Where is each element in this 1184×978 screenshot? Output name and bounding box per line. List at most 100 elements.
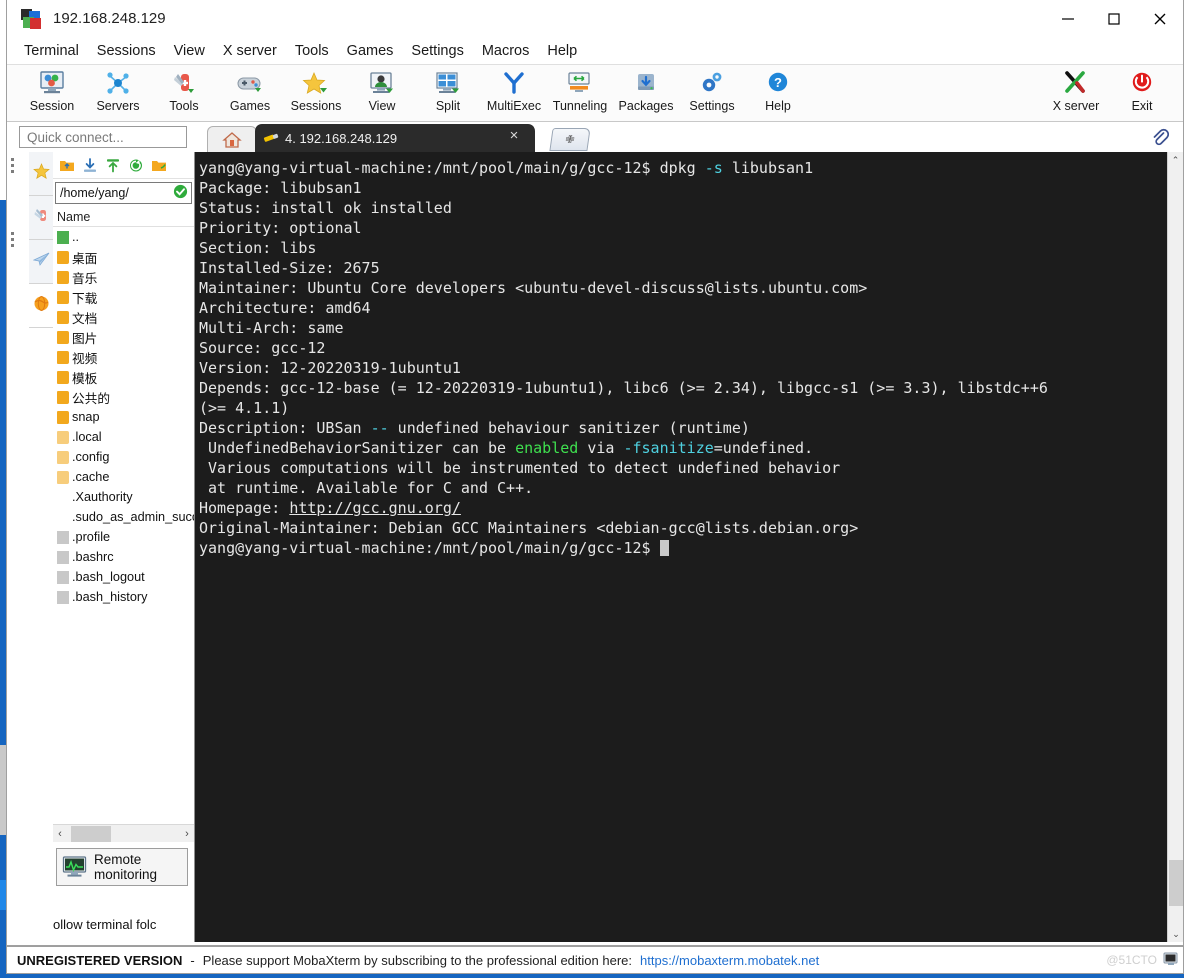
toolbar-view-button[interactable]: View (349, 65, 415, 119)
moba-tray-icon[interactable] (1163, 951, 1179, 969)
sidebar-item-sessions[interactable] (29, 152, 53, 196)
toolbar-exit-button[interactable]: Exit (1109, 65, 1175, 119)
toolbar-settings-button[interactable]: Settings (679, 65, 745, 119)
toolbar-games-button[interactable]: Games (217, 65, 283, 119)
toolbar-help-button[interactable]: ? Help (745, 65, 811, 119)
menu-help[interactable]: Help (538, 40, 586, 62)
tab-home[interactable] (207, 126, 257, 153)
hscroll-thumb[interactable] (71, 825, 111, 842)
folder-icon (57, 370, 69, 384)
terminal-scrollbar[interactable]: ⌃ ⌄ (1167, 152, 1183, 942)
quick-connect-input[interactable]: Quick connect... (19, 126, 187, 148)
remote-path-field[interactable]: /home/yang/ (55, 182, 192, 204)
toolbar-x-server-button[interactable]: X server (1043, 65, 1109, 119)
list-item[interactable]: .profile (53, 527, 194, 547)
toolbar-sessions-label: Sessions (290, 99, 342, 113)
toolbar-multiexec-button[interactable]: MultiExec (481, 65, 547, 119)
list-item[interactable]: .bash_logout (53, 567, 194, 587)
list-item[interactable]: 音乐 (53, 267, 194, 287)
close-button[interactable] (1137, 0, 1183, 37)
file-browser-hscrollbar[interactable]: ‹ › (53, 824, 194, 842)
remote-monitoring-button[interactable]: Remote monitoring (56, 848, 188, 886)
file-name: 视频 (72, 351, 98, 366)
terminal-line: Various computations will be instrumente… (199, 458, 1167, 478)
sidebar-item-sftp[interactable] (29, 284, 53, 328)
maximize-button[interactable] (1091, 0, 1137, 37)
list-item[interactable]: .bash_history (53, 587, 194, 607)
terminal-url[interactable]: http://gcc.gnu.org/ (289, 499, 461, 517)
file-name: .bashrc (72, 550, 114, 564)
toolbar-tunneling-button[interactable]: Tunneling (547, 65, 613, 119)
menu-sessions[interactable]: Sessions (88, 40, 165, 62)
toolbar-split-label: Split (435, 99, 461, 113)
list-item[interactable]: snap (53, 407, 194, 427)
list-item[interactable]: .. (53, 227, 194, 247)
tab-close-icon[interactable]: × (507, 128, 521, 143)
sidebar-item-tools[interactable] (29, 196, 53, 240)
rail-grip-icon-2[interactable] (11, 232, 15, 250)
terminal-plug-icon (263, 131, 279, 145)
toolbar-tools-button[interactable]: Tools (151, 65, 217, 119)
list-item[interactable]: 文档 (53, 307, 194, 327)
session-icon (39, 68, 65, 98)
new-tab-button[interactable]: ✙ (549, 128, 591, 151)
minimize-button[interactable] (1045, 0, 1091, 37)
scroll-thumb[interactable] (1169, 860, 1183, 906)
list-item[interactable]: .cache (53, 467, 194, 487)
terminal-line: Architecture: amd64 (199, 298, 1167, 318)
hscroll-right-arrow[interactable]: › (180, 828, 194, 840)
list-item[interactable]: .Xauthority (53, 487, 194, 507)
menu-tools[interactable]: Tools (286, 40, 338, 62)
menu-x-server[interactable]: X server (214, 40, 286, 62)
list-item[interactable]: .config (53, 447, 194, 467)
menu-games[interactable]: Games (338, 40, 403, 62)
tab-session-active[interactable]: 4. 192.168.248.129 × (255, 124, 535, 152)
rail-grip-icon[interactable] (11, 158, 15, 176)
toolbar-right-group: X server Exit (1043, 65, 1175, 119)
file-icon (57, 530, 69, 544)
list-item[interactable]: 图片 (53, 327, 194, 347)
tab-session-label: 4. 192.168.248.129 (285, 130, 398, 146)
folder-icon (57, 430, 69, 444)
menu-view[interactable]: View (165, 40, 214, 62)
quick-connect-wrap: Quick connect... (7, 126, 193, 148)
terminal-text-span: yang@yang-virtual-machine:/mnt/pool/main… (199, 539, 660, 557)
paperclip-icon[interactable] (1151, 128, 1170, 148)
upload-icon[interactable] (102, 155, 123, 176)
settings-gear-icon (699, 68, 725, 98)
sidebar-item-macros[interactable] (29, 240, 53, 284)
download-icon[interactable] (79, 155, 100, 176)
refresh-icon[interactable] (125, 155, 146, 176)
menu-macros[interactable]: Macros (473, 40, 539, 62)
mobaxterm-website-link[interactable]: https://mobaxterm.mobatek.net (640, 953, 819, 968)
terminal-line: Description: UBSan -- undefined behaviou… (199, 418, 1167, 438)
menu-terminal[interactable]: Terminal (15, 40, 88, 62)
scroll-up-arrow[interactable]: ⌃ (1168, 152, 1183, 168)
list-item[interactable]: .local (53, 427, 194, 447)
scroll-down-arrow[interactable]: ⌄ (1168, 926, 1184, 942)
list-item[interactable]: 下载 (53, 287, 194, 307)
menu-settings[interactable]: Settings (402, 40, 472, 62)
toolbar-session-button[interactable]: Session (19, 65, 85, 119)
toolbar-split-button[interactable]: Split (415, 65, 481, 119)
list-item[interactable]: .sudo_as_admin_succ (53, 507, 194, 527)
folder-up-icon[interactable] (56, 155, 77, 176)
main-toolbar: Session Servers Tools Games Sessions Vie… (7, 64, 1183, 122)
list-item[interactable]: 桌面 (53, 247, 194, 267)
new-folder-icon[interactable] (148, 155, 169, 176)
list-item[interactable]: 公共的 (53, 387, 194, 407)
terminal-output-pane[interactable]: yang@yang-virtual-machine:/mnt/pool/main… (195, 152, 1167, 942)
file-list-column-header[interactable]: Name (53, 207, 194, 227)
list-item[interactable]: .bashrc (53, 547, 194, 567)
list-item[interactable]: 模板 (53, 367, 194, 387)
list-item[interactable]: 视频 (53, 347, 194, 367)
toolbar-servers-button[interactable]: Servers (85, 65, 151, 119)
hscroll-left-arrow[interactable]: ‹ (53, 828, 67, 840)
terminal-line: UndefinedBehaviorSanitizer can be enable… (199, 438, 1167, 458)
toolbar-packages-label: Packages (618, 99, 674, 113)
toolbar-packages-button[interactable]: Packages (613, 65, 679, 119)
toolbar-sessions-button[interactable]: Sessions (283, 65, 349, 119)
follow-terminal-folder-label[interactable]: ollow terminal folc (53, 917, 194, 932)
folder-icon (57, 250, 69, 264)
terminal-text-span: Homepage: (199, 499, 290, 517)
